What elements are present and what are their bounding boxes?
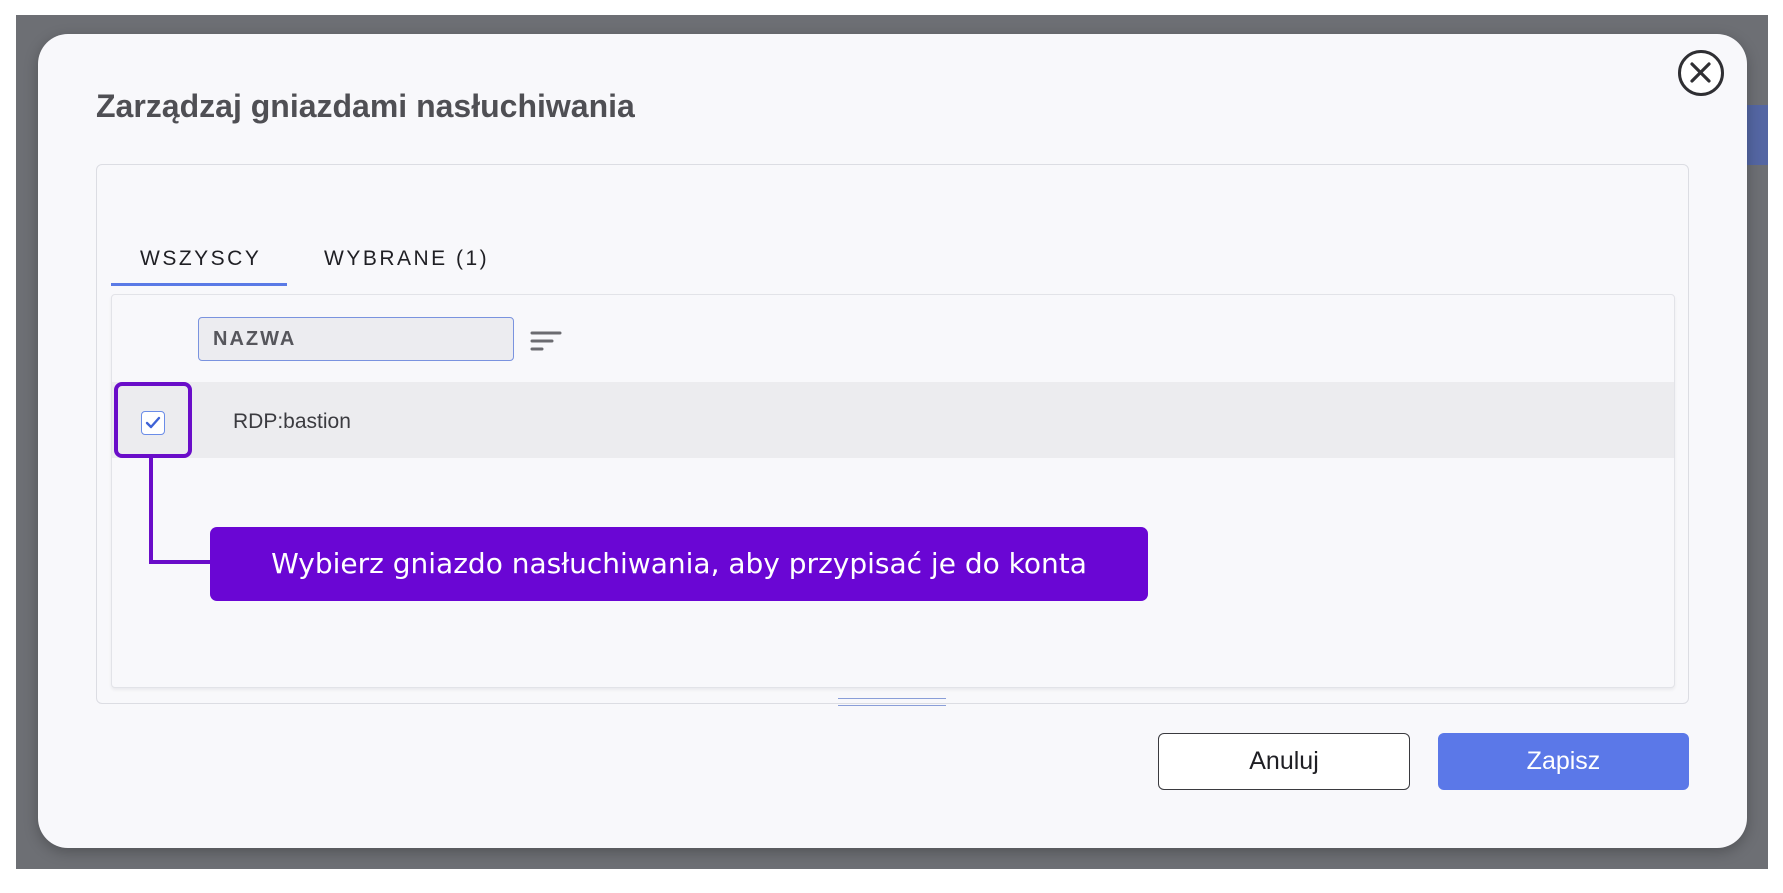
sort-icon[interactable] <box>530 328 562 354</box>
backdrop-accent <box>1746 105 1768 165</box>
active-tab-indicator <box>111 283 287 286</box>
save-button[interactable]: Zapisz <box>1438 733 1689 790</box>
row-name: RDP:bastion <box>233 410 351 433</box>
checkbox-highlight <box>114 382 192 458</box>
tab-all[interactable]: WSZYSCY <box>140 247 261 271</box>
name-filter-input[interactable] <box>198 317 514 361</box>
cancel-button[interactable]: Anuluj <box>1158 733 1410 790</box>
close-icon <box>1690 62 1711 83</box>
dialog-title: Zarządzaj gniazdami nasłuchiwania <box>96 88 635 124</box>
tab-selected[interactable]: WYBRANE (1) <box>324 247 489 271</box>
resize-handle[interactable] <box>838 698 946 706</box>
callout-connector <box>149 456 213 564</box>
close-button[interactable] <box>1678 50 1724 96</box>
tutorial-callout: Wybierz gniazdo nasłuchiwania, aby przyp… <box>210 527 1148 601</box>
